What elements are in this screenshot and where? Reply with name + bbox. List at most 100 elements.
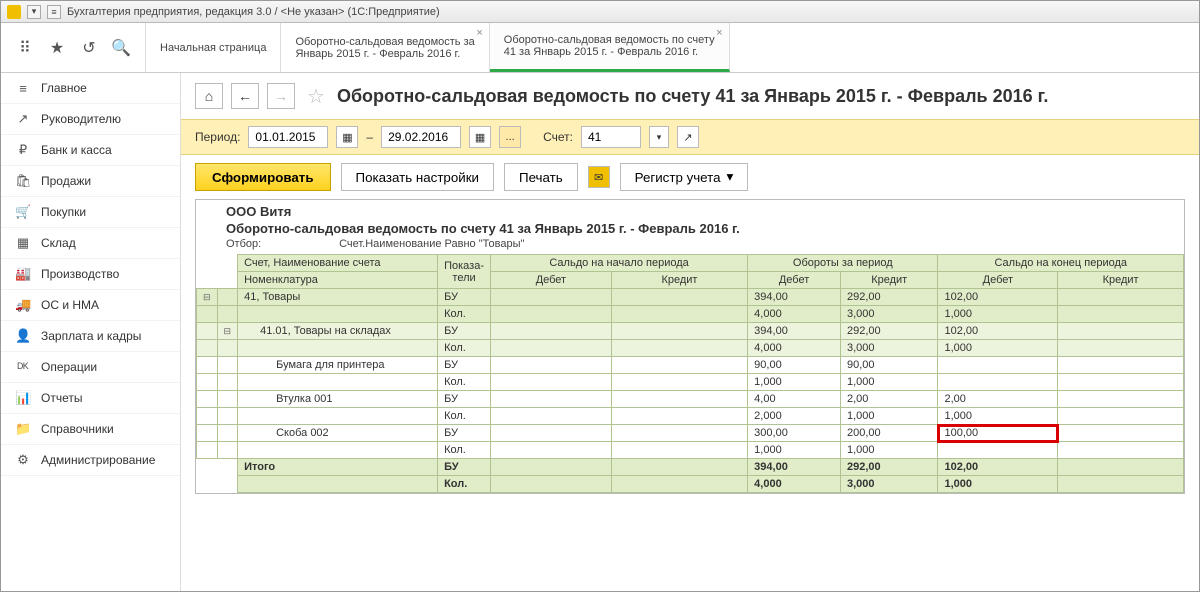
sidebar-item-12[interactable]: ⚙Администрирование — [1, 445, 180, 476]
sidebar-item-8[interactable]: 👤 Зарплата и кадры — [1, 321, 180, 352]
sidebar-label: Операции — [41, 360, 97, 374]
table-row[interactable]: Кол.1,0001,000 — [197, 374, 1184, 391]
col-account: Счет, Наименование счета — [238, 255, 438, 272]
report-table: Счет, Наименование счета Показа- тели Са… — [196, 254, 1184, 493]
close-icon[interactable]: × — [476, 27, 482, 39]
sidebar-item-7[interactable]: 🚚 ОС и НМА — [1, 290, 180, 321]
report-box: ООО Витя Оборотно-сальдовая ведомость по… — [195, 199, 1185, 494]
sidebar-icon: 👤 — [15, 328, 31, 344]
period-select-button[interactable]: ... — [499, 126, 521, 148]
tab-home[interactable]: Начальная страница — [146, 23, 281, 72]
sidebar-item-3[interactable]: 🛍Продажи — [1, 166, 180, 197]
sidebar-item-2[interactable]: ₽Банк и касса — [1, 135, 180, 166]
table-row[interactable]: Втулка 001БУ4,002,002,00 — [197, 391, 1184, 408]
table-row[interactable]: ⊟41.01, Товары на складахБУ394,00292,001… — [197, 323, 1184, 340]
home-button[interactable]: ⌂ — [195, 83, 223, 109]
sidebar-label: ОС и НМА — [41, 298, 99, 312]
sidebar-icon: ▦ — [15, 235, 31, 251]
table-row[interactable]: Кол.4,0003,0001,000 — [197, 306, 1184, 323]
button-row: Сформировать Показать настройки Печать ✉… — [181, 155, 1199, 199]
table-row[interactable]: Кол.1,0001,000 — [197, 442, 1184, 459]
sidebar-item-10[interactable]: 📊Отчеты — [1, 383, 180, 414]
col-nomen: Номенклатура — [238, 272, 438, 289]
sidebar-icon: 🛍 — [15, 173, 31, 189]
form-button[interactable]: Сформировать — [195, 163, 331, 191]
account-dropdown-icon[interactable]: ▾ — [649, 126, 669, 148]
sidebar-item-5[interactable]: ▦Склад — [1, 228, 180, 259]
period-from-input[interactable] — [248, 126, 328, 148]
sidebar-label: Производство — [41, 267, 119, 281]
settings-button[interactable]: Показать настройки — [341, 163, 494, 191]
calendar-to-icon[interactable]: ▦ — [469, 126, 491, 148]
sidebar-item-11[interactable]: 📁Справочники — [1, 414, 180, 445]
star-icon[interactable]: ★ — [47, 38, 67, 58]
tabs: Начальная страница Оборотно-сальдовая ве… — [146, 23, 1199, 72]
report-area: ООО Витя Оборотно-сальдовая ведомость по… — [181, 199, 1199, 591]
sidebar-item-4[interactable]: 🛒 Покупки — [1, 197, 180, 228]
forward-button[interactable]: → — [267, 83, 295, 109]
dash: – — [366, 130, 373, 144]
parameter-bar: Период: ▦ – ▦ ... Счет: ▾ ↗ — [181, 119, 1199, 155]
register-button[interactable]: Регистр учета ▾ — [620, 163, 749, 191]
content: ⌂ ← → ☆ Оборотно-сальдовая ведомость по … — [181, 73, 1199, 591]
col-open: Сальдо на начало периода — [491, 255, 748, 272]
report-title: Оборотно-сальдовая ведомость по счету 41… — [226, 221, 1154, 236]
window-title: Бухгалтерия предприятия, редакция 3.0 / … — [67, 6, 440, 18]
apps-icon[interactable]: ⠿ — [15, 38, 35, 58]
sidebar-label: Отчеты — [41, 391, 82, 405]
sidebar-item-6[interactable]: 🏭 Производство — [1, 259, 180, 290]
app-window: ▾ ≡ Бухгалтерия предприятия, редакция 3.… — [0, 0, 1200, 592]
sidebar-icon: 🏭 — [15, 266, 31, 282]
tab-label: Оборотно-сальдовая ведомость по счету — [504, 34, 715, 46]
history-icon[interactable]: ↺ — [79, 38, 99, 58]
account-input[interactable] — [581, 126, 641, 148]
col-debit: Дебет — [748, 272, 841, 289]
sidebar-label: Администрирование — [41, 453, 155, 467]
account-label: Счет: — [543, 130, 573, 144]
print-button[interactable]: Печать — [504, 163, 578, 191]
account-open-icon[interactable]: ↗ — [677, 126, 699, 148]
dropdown-icon[interactable]: ▾ — [27, 5, 41, 19]
chevron-down-icon: ▾ — [727, 169, 734, 185]
sidebar-label: Банк и касса — [41, 143, 112, 157]
search-icon[interactable]: 🔍 — [111, 38, 131, 58]
sidebar-item-1[interactable]: ↗ Руководителю — [1, 104, 180, 135]
table-row[interactable]: Кол.2,0001,0001,000 — [197, 408, 1184, 425]
period-label: Период: — [195, 130, 240, 144]
favorite-icon[interactable]: ☆ — [307, 84, 325, 109]
col-credit: Кредит — [1058, 272, 1184, 289]
filter-text: Счет.Наименование Равно "Товары" — [339, 238, 524, 250]
page-title: Оборотно-сальдовая ведомость по счету 41… — [337, 86, 1048, 107]
sidebar-item-9[interactable]: ᴰᴷОперации — [1, 352, 180, 383]
table-row[interactable]: ⊟41, ТоварыБУ394,00292,00102,00 — [197, 289, 1184, 306]
sidebar-label: Главное — [41, 81, 87, 95]
col-credit: Кредит — [840, 272, 938, 289]
col-debit: Дебет — [491, 272, 612, 289]
table-row[interactable]: Кол.4,0003,0001,000 — [197, 340, 1184, 357]
tab-report-all[interactable]: Оборотно-сальдовая ведомость за Январь 2… — [281, 23, 489, 72]
col-debit: Дебет — [938, 272, 1058, 289]
sidebar-icon: 🛒 — [15, 204, 31, 220]
table-row[interactable]: Скоба 002БУ300,00200,00100,00 — [197, 425, 1184, 442]
sidebar-icon: 🚚 — [15, 297, 31, 313]
sidebar-icon: ≡ — [15, 81, 31, 96]
topbar: ⠿ ★ ↺ 🔍 Начальная страница Оборотно-саль… — [1, 23, 1199, 73]
titlebar: ▾ ≡ Бухгалтерия предприятия, редакция 3.… — [1, 1, 1199, 23]
sidebar-label: Руководителю — [41, 112, 121, 126]
tab-label: Начальная страница — [160, 42, 266, 54]
sidebar-label: Покупки — [41, 205, 86, 219]
menu-icon[interactable]: ≡ — [47, 5, 61, 19]
close-icon[interactable]: × — [716, 27, 722, 39]
register-label: Регистр учета — [635, 170, 721, 185]
back-button[interactable]: ← — [231, 83, 259, 109]
sidebar-icon: ↗ — [15, 111, 31, 127]
calendar-from-icon[interactable]: ▦ — [336, 126, 358, 148]
sidebar-label: Зарплата и кадры — [41, 329, 141, 343]
app-logo-icon — [7, 5, 21, 19]
table-row[interactable]: Бумага для принтераБУ90,0090,00 — [197, 357, 1184, 374]
mail-icon[interactable]: ✉ — [588, 166, 610, 188]
tab-report-41[interactable]: Оборотно-сальдовая ведомость по счету 41… — [490, 23, 730, 72]
report-filter: Отбор: Счет.Наименование Равно "Товары" — [226, 238, 1154, 250]
sidebar-item-0[interactable]: ≡ Главное — [1, 73, 180, 104]
period-to-input[interactable] — [381, 126, 461, 148]
